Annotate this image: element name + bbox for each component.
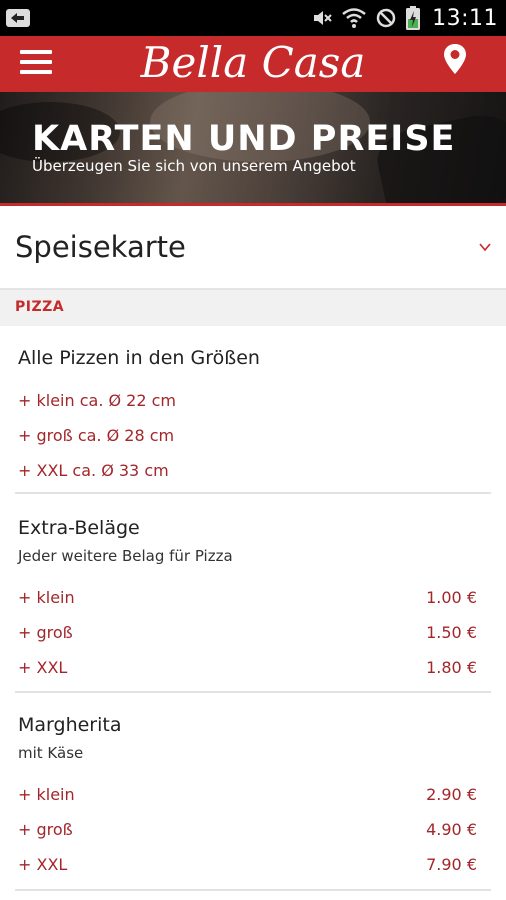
- clock: 13:11: [432, 5, 498, 31]
- menu-item-name: Alle Pizzen in den Größen: [18, 347, 260, 369]
- menu-item-name: Extra-Beläge: [18, 517, 140, 539]
- menu-option-label: + groß: [18, 623, 73, 642]
- notification-icon: [6, 9, 30, 27]
- battery-charging-icon: [406, 6, 421, 30]
- menu-category-dropdown[interactable]: Speisekarte: [0, 206, 506, 290]
- menu-item-name: Margherita: [18, 714, 122, 736]
- divider: [15, 889, 491, 891]
- menu-option-label: + klein: [18, 588, 75, 607]
- menu-item: Extra-Beläge Jeder weitere Belag für Piz…: [0, 493, 506, 693]
- hero-subtitle: Überzeugen Sie sich von unserem Angebot: [32, 157, 356, 175]
- menu-option-price: 1.00 €: [426, 588, 477, 607]
- app-bar: Bella Casa: [0, 36, 506, 92]
- menu-item-description: Jeder weitere Belag für Pizza: [18, 547, 233, 565]
- wifi-icon: [342, 8, 366, 28]
- hero-banner: KARTEN UND PREISE Überzeugen Sie sich vo…: [0, 92, 506, 206]
- menu-option-label: + XXL ca. Ø 33 cm: [18, 461, 169, 480]
- menu-option-price: 7.90 €: [426, 855, 477, 874]
- section-header: PIZZA: [0, 290, 506, 326]
- status-bar: 13:11: [0, 0, 506, 36]
- menu-item: Alle Pizzen in den Größen + klein ca. Ø …: [0, 326, 506, 494]
- menu-option-label: + XXL: [18, 658, 68, 677]
- dropdown-selected-value: Speisekarte: [15, 230, 186, 264]
- menu-option-label: + groß ca. Ø 28 cm: [18, 426, 175, 445]
- section-label: PIZZA: [15, 299, 65, 315]
- chevron-down-icon: [479, 243, 491, 252]
- hero-title: KARTEN UND PREISE: [32, 119, 456, 159]
- menu-item: Margherita mit Käse + klein 2.90 € + gro…: [0, 691, 506, 891]
- menu-option-price: 2.90 €: [426, 785, 477, 804]
- menu-item-description: mit Käse: [18, 744, 84, 762]
- menu-option-price: 1.50 €: [426, 623, 477, 642]
- menu-option-label: + groß: [18, 820, 73, 839]
- blocked-icon: [376, 8, 396, 28]
- menu-option-price: 4.90 €: [426, 820, 477, 839]
- brand-logo: Bella Casa: [140, 38, 366, 87]
- menu-option-label: + klein ca. Ø 22 cm: [18, 391, 176, 410]
- mute-icon: [314, 11, 332, 25]
- menu-item-list: Alle Pizzen in den Größen + klein ca. Ø …: [0, 326, 506, 891]
- map-pin-icon[interactable]: [440, 42, 470, 76]
- menu-option-label: + XXL: [18, 855, 68, 874]
- menu-option-price: 1.80 €: [426, 658, 477, 677]
- menu-option-label: + klein: [18, 785, 75, 804]
- hamburger-menu-icon[interactable]: [20, 44, 56, 80]
